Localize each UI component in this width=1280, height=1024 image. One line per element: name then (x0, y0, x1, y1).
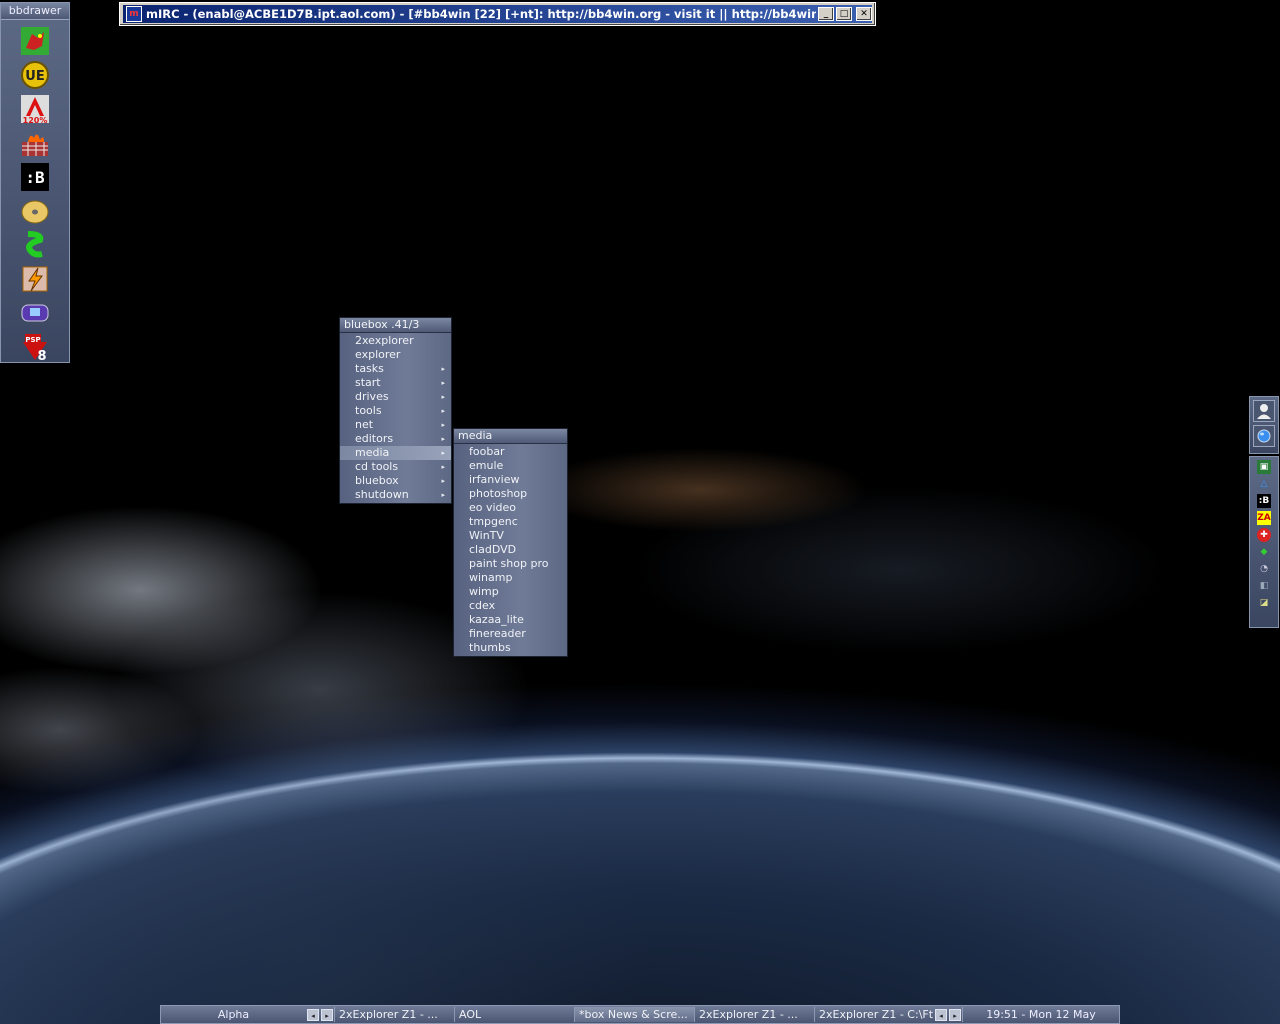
task-button[interactable]: *box News & Scre... (574, 1007, 694, 1022)
mirc-window[interactable]: m mIRC - (enabl@ACBE1D7B.ipt.aol.com) - … (119, 2, 876, 26)
menu-item-wintv[interactable]: WinTV (454, 529, 567, 543)
workspace-prev-button[interactable]: ◂ (307, 1008, 319, 1021)
menu-item-finereader[interactable]: finereader (454, 627, 567, 641)
paintshop-icon[interactable]: PSP 8 (19, 331, 51, 363)
clock: 19:51 - Mon 12 May (962, 1007, 1119, 1022)
root-menu: bluebox .41/3 2xexplorer explorer tasks ▸… (339, 317, 452, 504)
firewall-icon[interactable] (19, 127, 51, 159)
menu-item-tasks[interactable]: tasks ▸ (340, 362, 451, 376)
drawer-title: bbdrawer (1, 3, 69, 20)
svg-text:8: 8 (37, 349, 46, 362)
green-app-icon[interactable]: ◆ (1257, 545, 1271, 559)
system-tray: ▣ △ :B ZA ✚ ◆ ◔ ◧ ◪ (1249, 456, 1279, 628)
bbdrawer: bbdrawer UE 120% :B PSP 8 (0, 2, 70, 363)
ultraedit-icon[interactable]: UE (19, 59, 51, 91)
menu-item-editors[interactable]: editors ▸ (340, 432, 451, 446)
menu-item-start[interactable]: start ▸ (340, 376, 451, 390)
task-prev-button[interactable]: ◂ (935, 1008, 947, 1021)
submenu-arrow-icon: ▸ (441, 449, 445, 457)
menu-item-thumbs[interactable]: thumbs (454, 641, 567, 655)
menu-item-photoshop[interactable]: photoshop (454, 487, 567, 501)
maximize-button[interactable]: □ (836, 7, 852, 21)
minimize-button[interactable]: _ (818, 7, 834, 21)
svg-text::B: :B (25, 168, 45, 187)
cd-disc-icon[interactable] (19, 195, 51, 227)
user-icon[interactable] (1253, 400, 1275, 422)
root-menu-title[interactable]: bluebox .41/3 (340, 318, 451, 333)
mirc-title: mIRC - (enabl@ACBE1D7B.ipt.aol.com) - [#… (146, 7, 816, 21)
menu-item-tmpgenc[interactable]: tmpgenc (454, 515, 567, 529)
blackbox-tray-icon[interactable]: :B (1257, 494, 1271, 508)
task-button[interactable]: 2xExplorer Z1 - ... (334, 1007, 454, 1022)
gameboy-icon[interactable] (19, 297, 51, 329)
speaker-icon[interactable]: ◔ (1257, 562, 1271, 576)
close-button[interactable]: ✕ (856, 7, 872, 21)
svg-text:UE: UE (25, 69, 44, 84)
zonealarm-icon[interactable]: ZA (1257, 511, 1271, 525)
snake-icon[interactable] (19, 229, 51, 261)
antivirus-icon[interactable]: ✚ (1257, 528, 1271, 542)
task-button[interactable]: 2xExplorer Z1 - ... (694, 1007, 814, 1022)
task-button[interactable]: 2xExplorer Z1 - C:\Ftp (814, 1007, 934, 1022)
menu-item-winamp[interactable]: winamp (454, 571, 567, 585)
mirc-titlebar[interactable]: m mIRC - (enabl@ACBE1D7B.ipt.aol.com) - … (123, 5, 872, 23)
taskbar: Alpha ◂ ▸ 2xExplorer Z1 - ... AOL *box N… (160, 1005, 1120, 1024)
menu-item-emule[interactable]: emule (454, 459, 567, 473)
menu-item-paint-shop-pro[interactable]: paint shop pro (454, 557, 567, 571)
submenu-arrow-icon: ▸ (441, 393, 445, 401)
submenu-arrow-icon: ▸ (441, 477, 445, 485)
submenu-arrow-icon: ▸ (441, 435, 445, 443)
menu-item-kazaa-lite[interactable]: kazaa_lite (454, 613, 567, 627)
menu-item-irfanview[interactable]: irfanview (454, 473, 567, 487)
menu-item-drives[interactable]: drives ▸ (340, 390, 451, 404)
desktop-wallpaper (0, 430, 1280, 1024)
media-submenu: media foobar emule irfanview photoshop e… (453, 428, 568, 657)
menu-item-cdex[interactable]: cdex (454, 599, 567, 613)
menu-item-explorer[interactable]: explorer (340, 348, 451, 362)
menu-item-foobar[interactable]: foobar (454, 445, 567, 459)
media-submenu-title[interactable]: media (454, 429, 567, 444)
menu-item-shutdown[interactable]: shutdown ▸ (340, 488, 451, 502)
menu-item-cd-tools[interactable]: cd tools ▸ (340, 460, 451, 474)
mirc-app-icon[interactable]: m (126, 6, 142, 22)
svg-text:PSP: PSP (25, 336, 40, 344)
dragon-icon[interactable] (19, 25, 51, 57)
workspace-next-button[interactable]: ▸ (321, 1008, 333, 1021)
aol-icon[interactable]: △ (1257, 477, 1271, 491)
task-button[interactable]: AOL (454, 1007, 574, 1022)
submenu-arrow-icon: ▸ (441, 491, 445, 499)
submenu-arrow-icon: ▸ (441, 421, 445, 429)
network-icon[interactable]: ▣ (1257, 460, 1271, 474)
monitors-icon[interactable]: ◧ (1257, 579, 1271, 593)
workspace-label[interactable]: Alpha (161, 1008, 306, 1021)
menu-item-eo-video[interactable]: eo video (454, 501, 567, 515)
submenu-arrow-icon: ▸ (441, 379, 445, 387)
acrobat-icon[interactable]: 120% (19, 93, 51, 125)
menu-item-2xexplorer[interactable]: 2xexplorer (340, 334, 451, 348)
svg-text:120%: 120% (23, 116, 48, 124)
blackbox-icon[interactable]: :B (19, 161, 51, 193)
submenu-arrow-icon: ▸ (441, 407, 445, 415)
hardware-icon[interactable]: ◪ (1257, 596, 1271, 610)
menu-item-claddvd[interactable]: cladDVD (454, 543, 567, 557)
menu-item-tools[interactable]: tools ▸ (340, 404, 451, 418)
submenu-arrow-icon: ▸ (441, 365, 445, 373)
menu-item-media[interactable]: media ▸ (340, 446, 451, 460)
globe-icon[interactable] (1253, 425, 1275, 447)
menu-item-bluebox[interactable]: bluebox ▸ (340, 474, 451, 488)
menu-item-wimp[interactable]: wimp (454, 585, 567, 599)
menu-item-net[interactable]: net ▸ (340, 418, 451, 432)
winamp-icon[interactable] (19, 263, 51, 295)
submenu-arrow-icon: ▸ (441, 463, 445, 471)
slit-top (1249, 396, 1279, 454)
task-next-button[interactable]: ▸ (949, 1008, 961, 1021)
